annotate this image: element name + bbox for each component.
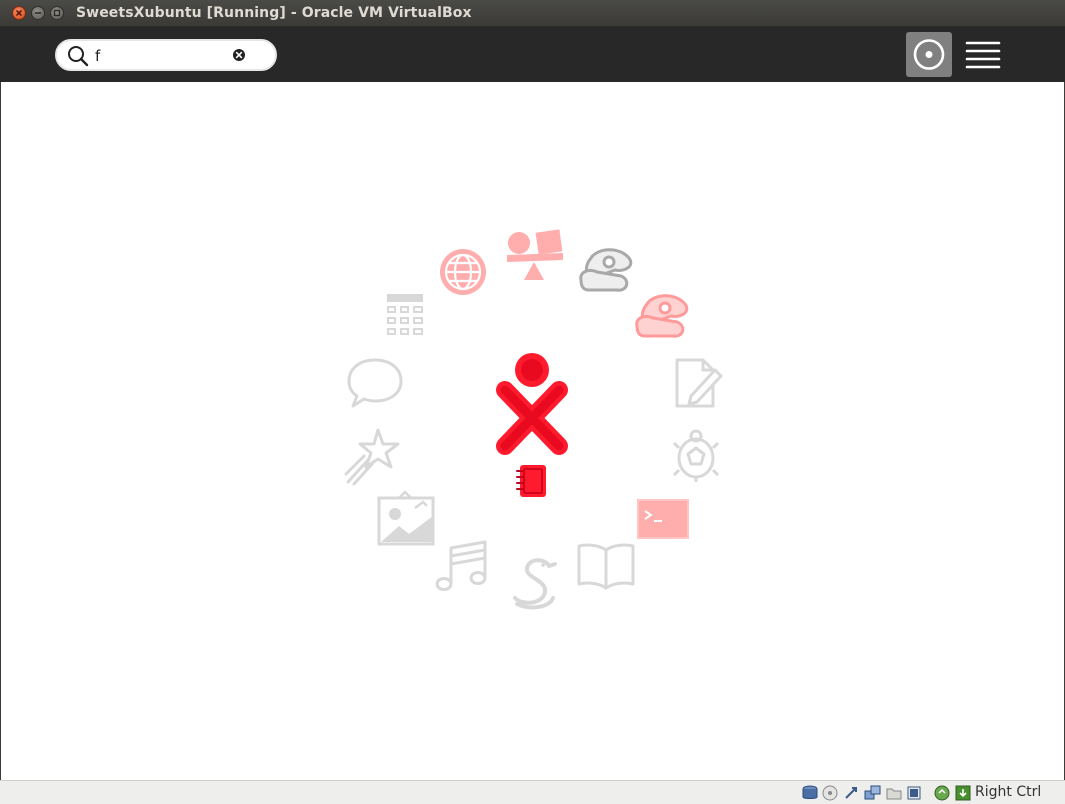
ring-view-icon <box>913 39 945 70</box>
host-key-label: Right Ctrl <box>975 784 1042 800</box>
minimize-icon <box>34 12 42 14</box>
optical-drive-icon[interactable] <box>822 785 838 801</box>
window-close-button[interactable] <box>12 6 26 20</box>
sugar-toolbar <box>0 27 1065 82</box>
book-icon[interactable] <box>575 540 637 592</box>
snake-icon[interactable] <box>509 556 561 612</box>
journal-icon[interactable] <box>514 462 550 500</box>
mouse-plane-icon[interactable] <box>631 288 693 344</box>
turtle-icon[interactable] <box>671 428 721 484</box>
shooting-star-icon[interactable] <box>344 426 404 486</box>
home-view <box>1 82 1064 780</box>
maximize-icon <box>53 9 61 17</box>
xo-buddy-icon[interactable] <box>493 350 573 458</box>
usb-icon[interactable] <box>843 785 859 801</box>
calculator-icon[interactable] <box>383 290 427 342</box>
search-entry[interactable] <box>55 39 277 71</box>
list-view-button[interactable] <box>962 34 1004 76</box>
people-shapes-icon[interactable] <box>504 227 566 283</box>
capture-icon[interactable] <box>934 785 950 801</box>
window-maximize-button[interactable] <box>50 6 64 20</box>
list-view-icon <box>965 41 1001 69</box>
clear-icon[interactable] <box>232 48 246 62</box>
speech-bubble-icon[interactable] <box>345 356 405 410</box>
mouse-plane-icon[interactable] <box>575 242 637 298</box>
globe-icon[interactable] <box>437 246 489 298</box>
display-icon[interactable] <box>906 785 922 801</box>
window-title: SweetsXubuntu [Running] - Oracle VM Virt… <box>76 5 472 21</box>
shared-folder-icon[interactable] <box>886 785 902 801</box>
window-titlebar: SweetsXubuntu [Running] - Oracle VM Virt… <box>0 0 1065 27</box>
window-minimize-button[interactable] <box>31 6 45 20</box>
music-note-icon[interactable] <box>433 538 491 596</box>
hard-disk-icon[interactable] <box>801 785 819 801</box>
ring-view-button[interactable] <box>906 32 952 77</box>
close-icon <box>16 10 22 16</box>
mouse-integration-icon[interactable] <box>955 785 971 801</box>
terminal-icon[interactable] <box>636 498 690 540</box>
image-icon[interactable] <box>375 490 437 548</box>
vbox-statusbar: Right Ctrl <box>0 780 1065 804</box>
search-icon <box>68 46 89 67</box>
write-icon[interactable] <box>671 356 723 410</box>
search-input[interactable] <box>95 46 255 66</box>
network-icon[interactable] <box>864 785 882 801</box>
